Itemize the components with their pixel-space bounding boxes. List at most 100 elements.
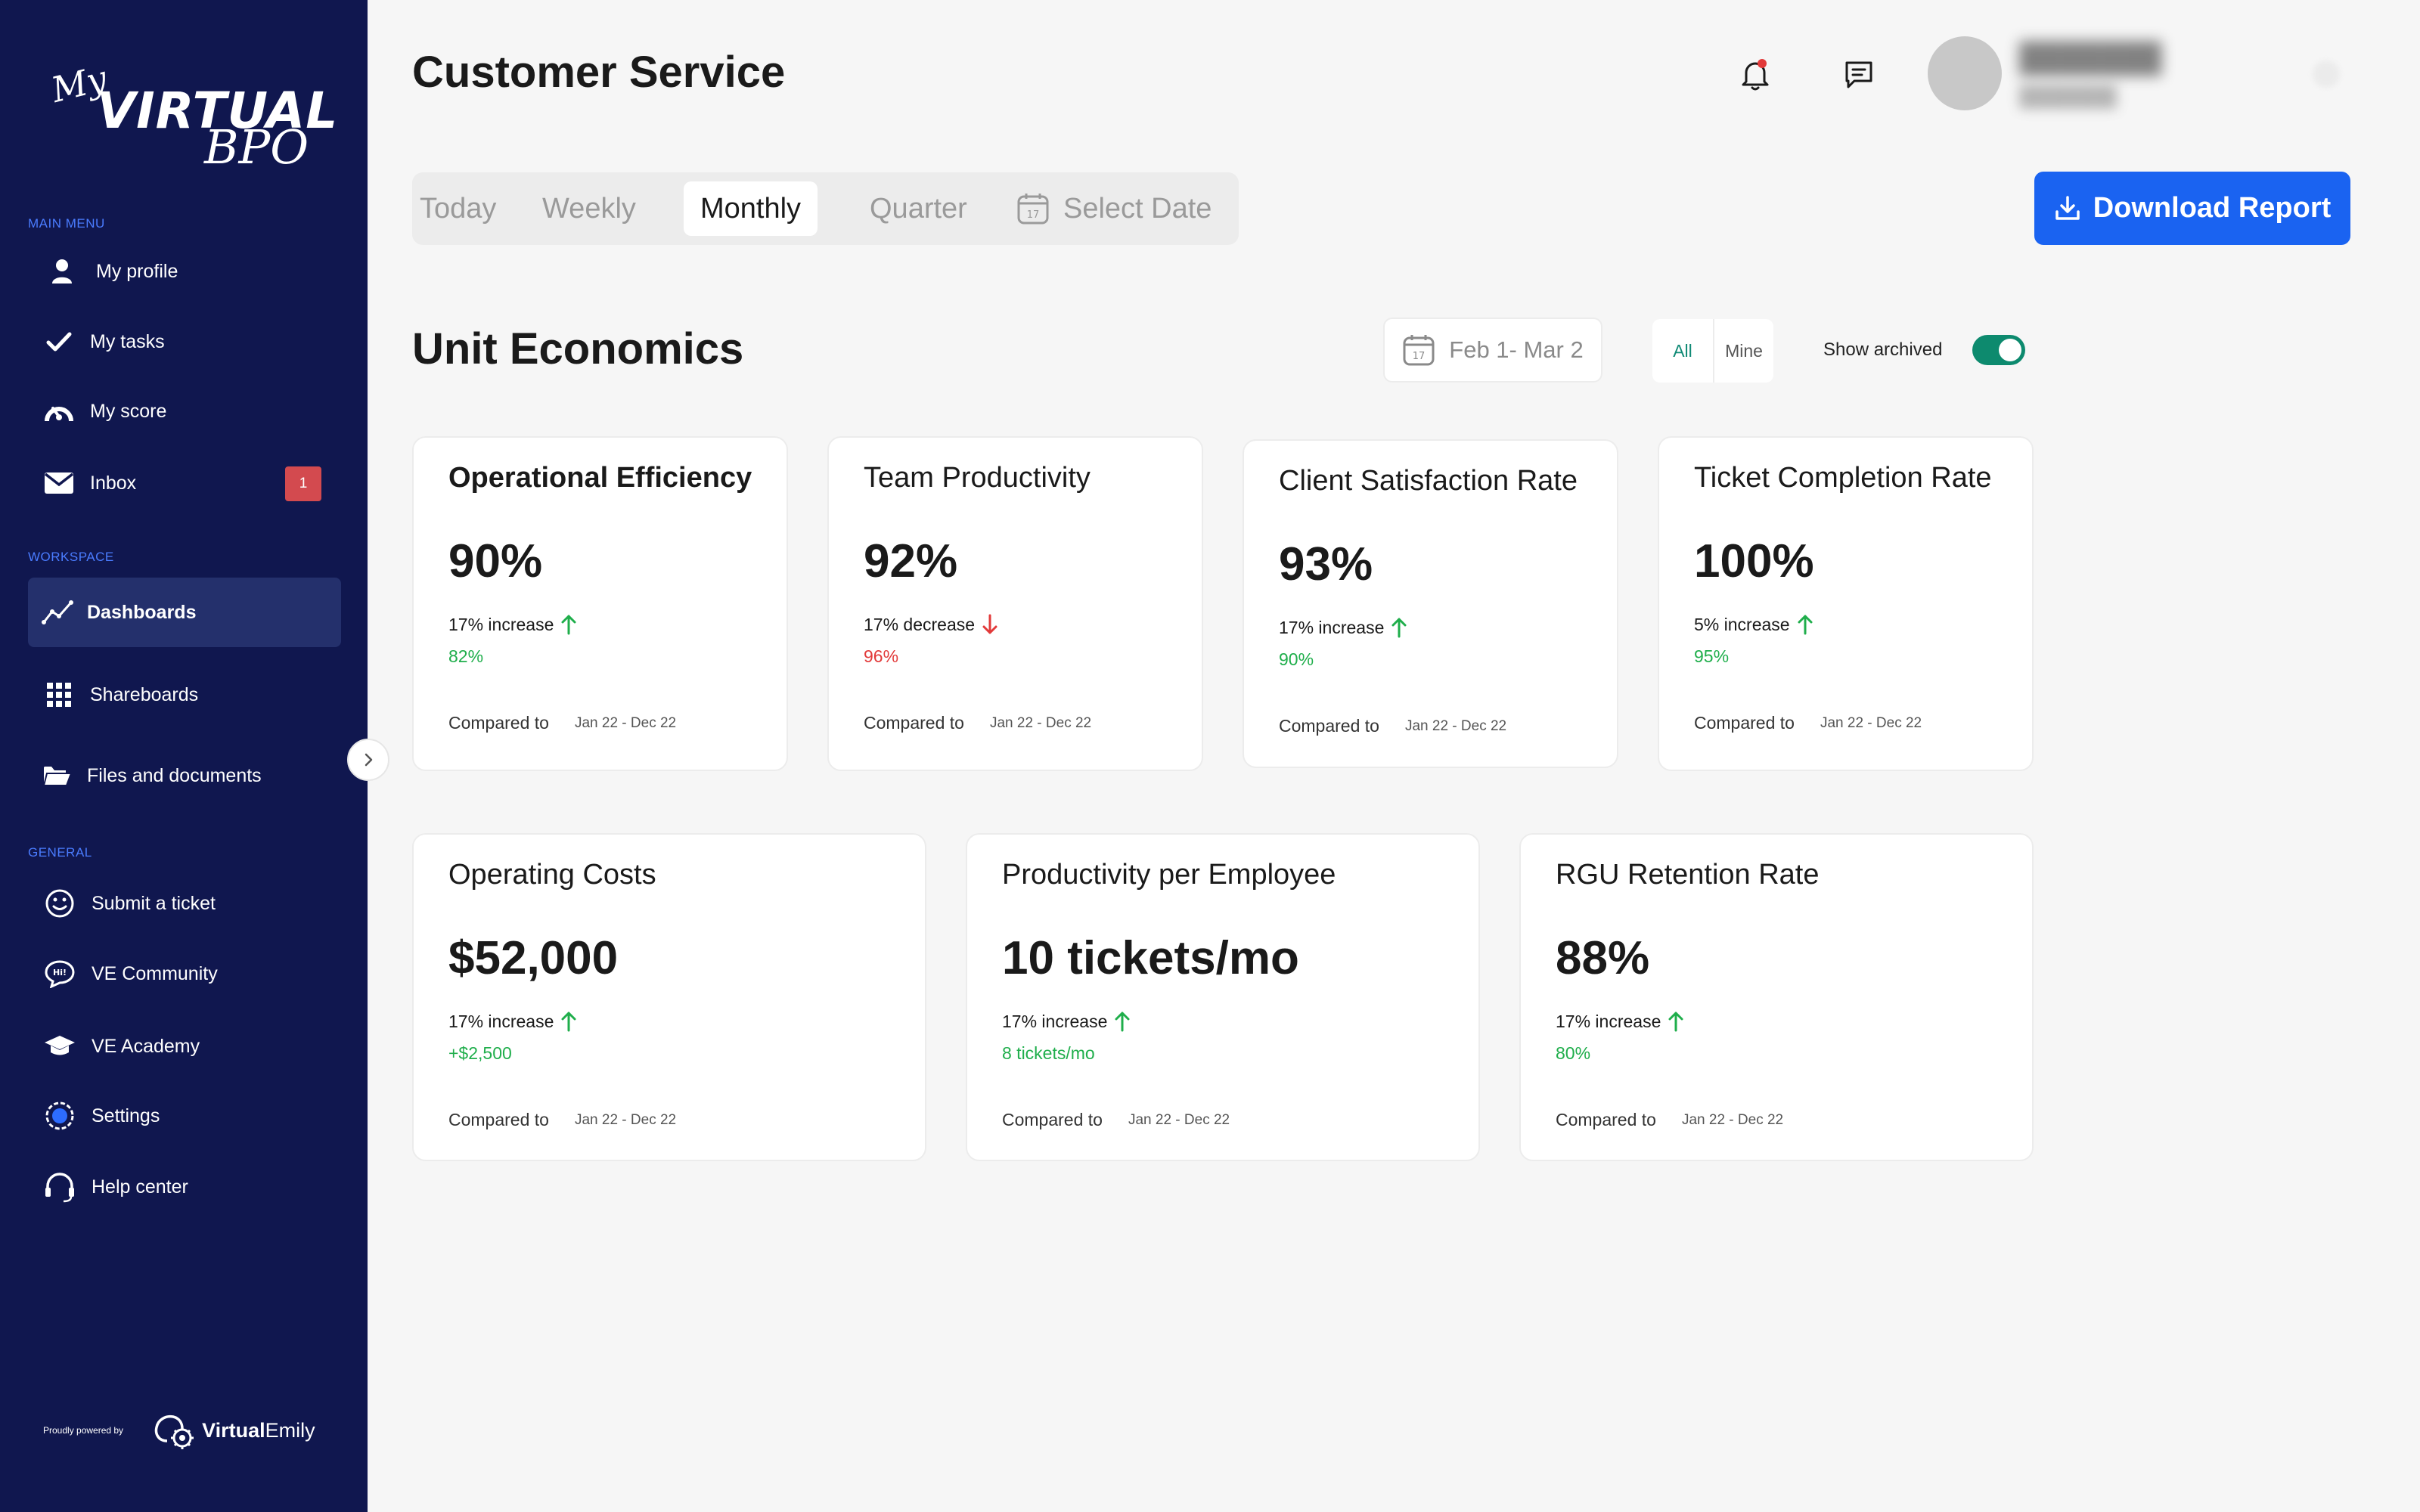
sidebar-item-label: Shareboards bbox=[90, 683, 199, 705]
compare-period: Jan 22 - Dec 22 bbox=[989, 714, 1092, 731]
metric-title: Team Productivity bbox=[864, 462, 1091, 494]
filter-mine-button[interactable]: Mine bbox=[1713, 319, 1773, 383]
arrow-up-icon bbox=[560, 614, 578, 635]
sidebar-item-files[interactable]: Files and documents bbox=[28, 741, 341, 810]
chat-bubble-icon: Hi! bbox=[28, 959, 92, 988]
metric-title: Productivity per Employee bbox=[1002, 859, 1336, 891]
tab-today[interactable]: Today bbox=[420, 181, 496, 236]
user-menu-button[interactable] bbox=[2313, 60, 2340, 88]
period-tabs: Today Weekly Monthly Quarter 17 Select D… bbox=[412, 172, 1239, 245]
tab-weekly[interactable]: Weekly bbox=[542, 181, 636, 236]
metric-change-text: 17% increase bbox=[1556, 1011, 1661, 1031]
chevron-right-icon bbox=[365, 753, 373, 767]
metric-change: 17% increase bbox=[1556, 1011, 1685, 1032]
sidebar-collapse-button[interactable] bbox=[347, 739, 389, 781]
date-range-picker[interactable]: 17 Feb 1- Mar 2 bbox=[1383, 318, 1602, 383]
gauge-icon bbox=[28, 398, 90, 424]
sidebar-item-my-score[interactable]: My score bbox=[28, 376, 341, 446]
metric-previous-value: 95% bbox=[1694, 646, 1730, 666]
metric-previous-value: +$2,500 bbox=[448, 1043, 512, 1063]
metric-card[interactable]: Operational Efficiency 90% 17% increase 82%… bbox=[412, 436, 788, 771]
show-archived-toggle[interactable] bbox=[1972, 335, 2025, 365]
brand-bold: Virtual bbox=[202, 1418, 265, 1442]
sidebar-item-label: Submit a ticket bbox=[92, 892, 216, 914]
download-report-label: Download Report bbox=[2093, 192, 2332, 224]
compare-period: Jan 22 - Dec 22 bbox=[1128, 1111, 1230, 1128]
toggle-knob bbox=[1999, 339, 2021, 361]
virtual-emily-logo: VirtualEmily bbox=[152, 1411, 315, 1450]
metric-card[interactable]: Productivity per Employee 10 tickets/mo 17… bbox=[966, 833, 1480, 1161]
metric-change: 17% decrease bbox=[864, 614, 999, 635]
user-role-blurred: ███████ bbox=[2019, 85, 2117, 107]
calendar-icon: 17 bbox=[1016, 192, 1050, 225]
sidebar-item-shareboards[interactable]: Shareboards bbox=[28, 660, 341, 730]
metric-value: 92% bbox=[864, 535, 958, 587]
tab-select-date[interactable]: 17 Select Date bbox=[1016, 181, 1212, 236]
sidebar-item-submit-ticket[interactable]: Submit a ticket bbox=[28, 869, 341, 938]
tab-monthly[interactable]: Monthly bbox=[684, 181, 818, 236]
arrow-up-icon bbox=[560, 1011, 578, 1032]
sidebar-item-my-profile[interactable]: My profile bbox=[28, 237, 341, 306]
messages-button[interactable] bbox=[1838, 54, 1879, 95]
sidebar: My VIRTUAL BPO MAIN MENU My profile My t… bbox=[0, 0, 368, 1512]
metric-card[interactable]: RGU Retention Rate 88% 17% increase 80% Comp… bbox=[1519, 833, 2034, 1161]
metric-card[interactable]: Ticket Completion Rate 100% 5% increase 95%… bbox=[1658, 436, 2034, 771]
compare-label: Compared to bbox=[448, 1110, 549, 1129]
sidebar-item-dashboards[interactable]: Dashboards bbox=[28, 578, 341, 647]
metric-card[interactable]: Client Satisfaction Rate 93% 17% increase 9… bbox=[1243, 439, 1618, 768]
download-icon bbox=[2054, 195, 2081, 222]
sidebar-item-label: VE Academy bbox=[92, 1035, 200, 1057]
metric-title: Ticket Completion Rate bbox=[1694, 462, 1992, 494]
show-archived-label: Show archived bbox=[1823, 339, 1943, 360]
metric-comparison: Compared to Jan 22 - Dec 22 bbox=[448, 1110, 676, 1130]
metric-change: 17% increase bbox=[1002, 1011, 1131, 1032]
tab-quarter[interactable]: Quarter bbox=[870, 181, 967, 236]
powered-by: Proudly powered by VirtualEmily bbox=[43, 1411, 315, 1450]
sidebar-item-ve-academy[interactable]: VE Academy bbox=[28, 1012, 341, 1081]
compare-period: Jan 22 - Dec 22 bbox=[1681, 1111, 1784, 1128]
sidebar-item-label: My profile bbox=[96, 260, 178, 282]
sidebar-item-label: Dashboards bbox=[87, 601, 197, 623]
section-workspace: WORKSPACE bbox=[28, 550, 114, 564]
metric-value: 100% bbox=[1694, 535, 1814, 587]
sidebar-item-label: Inbox bbox=[90, 472, 137, 494]
arrow-up-icon bbox=[1113, 1011, 1131, 1032]
compare-period: Jan 22 - Dec 22 bbox=[1404, 717, 1507, 734]
compare-label: Compared to bbox=[1694, 713, 1795, 733]
tab-select-date-label: Select Date bbox=[1063, 192, 1212, 225]
my-virtual-bpo-logo[interactable]: My VIRTUAL BPO bbox=[48, 57, 338, 175]
notifications-button[interactable] bbox=[1735, 54, 1776, 95]
sidebar-item-help-center[interactable]: Help center bbox=[28, 1152, 341, 1222]
filter-all-button[interactable]: All bbox=[1652, 319, 1713, 383]
bell-icon bbox=[1742, 59, 1769, 91]
metric-change-text: 17% increase bbox=[448, 614, 554, 634]
compare-label: Compared to bbox=[448, 713, 549, 733]
download-report-button[interactable]: Download Report bbox=[2034, 172, 2350, 245]
compare-period: Jan 22 - Dec 22 bbox=[1820, 714, 1922, 731]
metric-change-text: 5% increase bbox=[1694, 614, 1790, 634]
chart-line-icon bbox=[28, 600, 87, 624]
metric-card[interactable]: Operating Costs $52,000 17% increase +$2,50… bbox=[412, 833, 926, 1161]
metric-previous-value: 8 tickets/mo bbox=[1002, 1043, 1095, 1063]
sidebar-item-settings[interactable]: Settings bbox=[28, 1081, 341, 1151]
metric-value: 90% bbox=[448, 535, 543, 587]
inbox-badge: 1 bbox=[285, 466, 321, 501]
metric-value: $52,000 bbox=[448, 932, 619, 984]
svg-text:17: 17 bbox=[1413, 351, 1426, 362]
metric-previous-value: 90% bbox=[1279, 649, 1314, 669]
sidebar-item-ve-community[interactable]: Hi! VE Community bbox=[28, 939, 341, 1009]
headset-icon bbox=[28, 1171, 92, 1203]
metric-value: 88% bbox=[1556, 932, 1650, 984]
graduation-cap-icon bbox=[28, 1034, 92, 1058]
sidebar-item-label: Help center bbox=[92, 1176, 188, 1198]
metric-card[interactable]: Team Productivity 92% 17% decrease 96% Compa… bbox=[827, 436, 1203, 771]
message-icon bbox=[1845, 61, 1872, 88]
logo-bpo: BPO bbox=[204, 119, 309, 175]
powered-by-text: Proudly powered by bbox=[43, 1425, 124, 1436]
avatar[interactable] bbox=[1928, 36, 2002, 110]
arrow-up-icon bbox=[1796, 614, 1814, 635]
sidebar-item-my-tasks[interactable]: My tasks bbox=[28, 307, 341, 376]
check-icon bbox=[28, 331, 90, 352]
sidebar-item-inbox[interactable]: Inbox 1 bbox=[28, 448, 341, 518]
folder-icon bbox=[28, 764, 87, 787]
